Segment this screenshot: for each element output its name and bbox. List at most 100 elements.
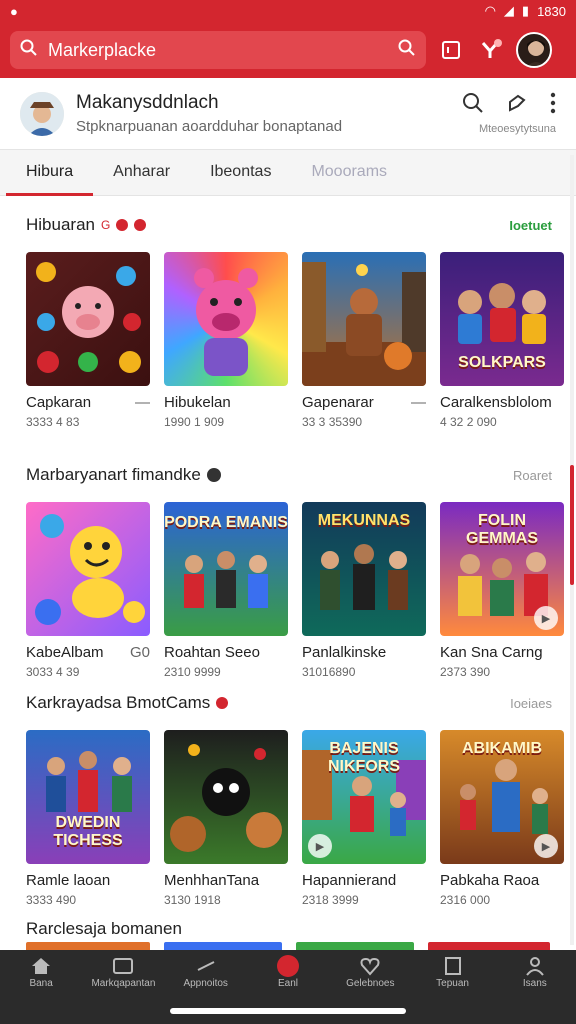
card-title: Pabkaha Raoa — [440, 872, 540, 889]
game-thumbnail — [164, 730, 288, 864]
section-more-link[interactable]: Ioeiaes — [510, 696, 552, 711]
card-subtitle: 3333 4 83 — [26, 415, 80, 429]
card-subtitle: 4 32 2 090 — [440, 415, 497, 429]
nav-marketplace[interactable]: Markqapantan — [88, 954, 158, 1024]
tab-anharar[interactable]: Anharar — [93, 163, 190, 195]
game-logo: PODRA EMANIS — [164, 514, 288, 531]
game-card[interactable]: PODRA EMANIS Roahtan Seeo 2310 9999 — [164, 502, 288, 679]
home-icon — [30, 954, 52, 978]
account-avatar[interactable] — [516, 32, 552, 68]
heart-icon — [359, 954, 381, 978]
status-bar: ● ◠ ◢ ▮ 1830 — [0, 0, 576, 22]
card-title: Capkaran — [26, 394, 92, 411]
nav-label: Appnoitos — [183, 978, 228, 989]
battery-icon: ▮ — [521, 3, 530, 18]
user-icon — [524, 954, 546, 978]
center-icon — [276, 954, 299, 978]
nav-reports[interactable]: Tepuan — [418, 954, 488, 1024]
game-card[interactable]: Hibukelan 1990 1 909 — [164, 252, 288, 429]
section-title: Hibuaran — [26, 215, 95, 234]
card-subtitle: 1990 1 909 — [164, 415, 225, 429]
card-subtitle: 2310 9999 — [164, 665, 221, 679]
section-karkrayadsa: Karkrayadsa BmotCams Ioeiaes DWEDIN TICH… — [26, 692, 564, 907]
game-card[interactable]: ABIKAMIB ▶ Pabkaha Raoa 2316 000 — [440, 730, 564, 907]
game-card[interactable]: Gapenarar — 33 3 35390 — [302, 252, 426, 429]
play-icon[interactable]: ▶ — [534, 606, 558, 630]
card-subtitle: 3130 1918 — [164, 893, 221, 907]
card-subtitle: 3033 4 39 — [26, 665, 80, 679]
badge-icon — [216, 697, 229, 709]
search-icon — [20, 39, 38, 62]
search-input[interactable]: Markerplacke — [48, 40, 388, 61]
card-title: Hibukelan — [164, 394, 231, 411]
game-thumbnail — [164, 252, 288, 386]
emoji-icon — [206, 468, 221, 482]
game-card[interactable]: SOLKPARS Caralkensblolom 4 32 2 090 — [440, 252, 564, 429]
library-icon[interactable] — [436, 35, 466, 65]
search-icon[interactable] — [462, 92, 484, 119]
game-card[interactable]: DWEDIN TICHESS Ramle laoan 3333 490 — [26, 730, 150, 907]
game-logo: BAJENIS NIKFORS — [328, 740, 400, 775]
game-thumbnail — [26, 502, 150, 636]
search-bar[interactable]: Markerplacke — [10, 31, 426, 69]
nav-label: Eanl — [277, 978, 298, 989]
card-title: Gapenarar — [302, 394, 374, 411]
gesture-bar[interactable] — [170, 1008, 406, 1014]
game-thumbnail: PODRA EMANIS — [164, 502, 288, 636]
tab-mooorams[interactable]: Mooorams — [291, 163, 407, 195]
profile-avatar[interactable] — [20, 91, 64, 136]
category-tabs: Hibura Anharar Ibeontas Mooorams — [0, 150, 576, 196]
profile-name: Makanysddnlach — [76, 92, 219, 113]
nav-label: Markqapantan — [91, 978, 156, 989]
card-title: Kan Sna Carng — [440, 644, 543, 661]
tab-ibeontas[interactable]: Ibeontas — [190, 163, 291, 195]
card-title: Ramle laoan — [26, 872, 111, 889]
section-marbaryanart: Marbaryanart fimandke Roaret KabeAlbam G0… — [26, 464, 564, 679]
status-time: 1830 — [537, 3, 566, 19]
card-subtitle: 33 3 35390 — [302, 415, 363, 429]
game-thumbnail: ABIKAMIB ▶ — [440, 730, 564, 864]
play-icon[interactable]: ▶ — [534, 834, 558, 858]
game-card[interactable]: FOLIN GEMMAS ▶ Kan Sna Carng 2373 390 — [440, 502, 564, 679]
card-subtitle: 3333 490 — [26, 893, 77, 907]
rewards-icon[interactable] — [476, 35, 506, 65]
tab-hibura[interactable]: Hibura — [6, 163, 94, 196]
search-submit-icon[interactable] — [398, 39, 416, 62]
game-logo: DWEDIN TICHESS — [53, 814, 123, 849]
game-card[interactable]: BAJENIS NIKFORS ▶ Hapannierand 2318 3999 — [302, 730, 426, 907]
game-card[interactable]: MenhhanTana 3130 1918 — [164, 730, 288, 907]
section-mark: G — [101, 218, 111, 232]
nav-profile[interactable]: Isans — [500, 954, 570, 1024]
game-logo: FOLIN GEMMAS — [466, 512, 538, 547]
game-thumbnail: BAJENIS NIKFORS ▶ — [302, 730, 426, 864]
badge-icon — [116, 219, 129, 231]
game-card[interactable]: KabeAlbam G0 3033 4 39 — [26, 502, 150, 679]
card-title: Hapannierand — [302, 872, 397, 889]
top-app-bar: Markerplacke — [0, 22, 576, 78]
game-card[interactable]: Capkaran — 3333 4 83 — [26, 252, 150, 429]
section-title: Karkrayadsa BmotCams — [26, 693, 211, 712]
card-subtitle: 2373 390 — [440, 665, 491, 679]
card-title: Roahtan Seeo — [164, 644, 260, 661]
section-hibuaran: Hibuaran G Ioetuet Capkaran — 3333 4 83 H… — [26, 214, 564, 429]
more-options-icon[interactable] — [550, 92, 556, 119]
game-card[interactable]: MEKUNNAS Panlalkinske 31016890 — [302, 502, 426, 679]
card-title: MenhhanTana — [164, 872, 260, 889]
game-thumbnail — [26, 252, 150, 386]
section-more-link[interactable]: Roaret — [513, 468, 552, 483]
store-icon — [112, 954, 134, 978]
play-icon[interactable]: ▶ — [308, 834, 332, 858]
game-logo: ABIKAMIB — [462, 740, 542, 757]
apps-icon — [195, 954, 217, 978]
section-title: Rarclesaja bomanen — [26, 919, 182, 938]
signal-icon: ◢ — [503, 3, 514, 18]
notification-icon: ● — [10, 3, 18, 19]
report-icon — [442, 954, 464, 978]
share-icon[interactable] — [506, 92, 528, 119]
section-title: Marbaryanart fimandke — [26, 465, 201, 484]
scrollbar-thumb[interactable] — [570, 465, 574, 585]
section-more-link[interactable]: Ioetuet — [509, 218, 552, 233]
scrollbar[interactable] — [570, 155, 574, 945]
card-title: Caralkensblolom — [440, 394, 552, 411]
nav-home[interactable]: Bana — [6, 954, 76, 1024]
